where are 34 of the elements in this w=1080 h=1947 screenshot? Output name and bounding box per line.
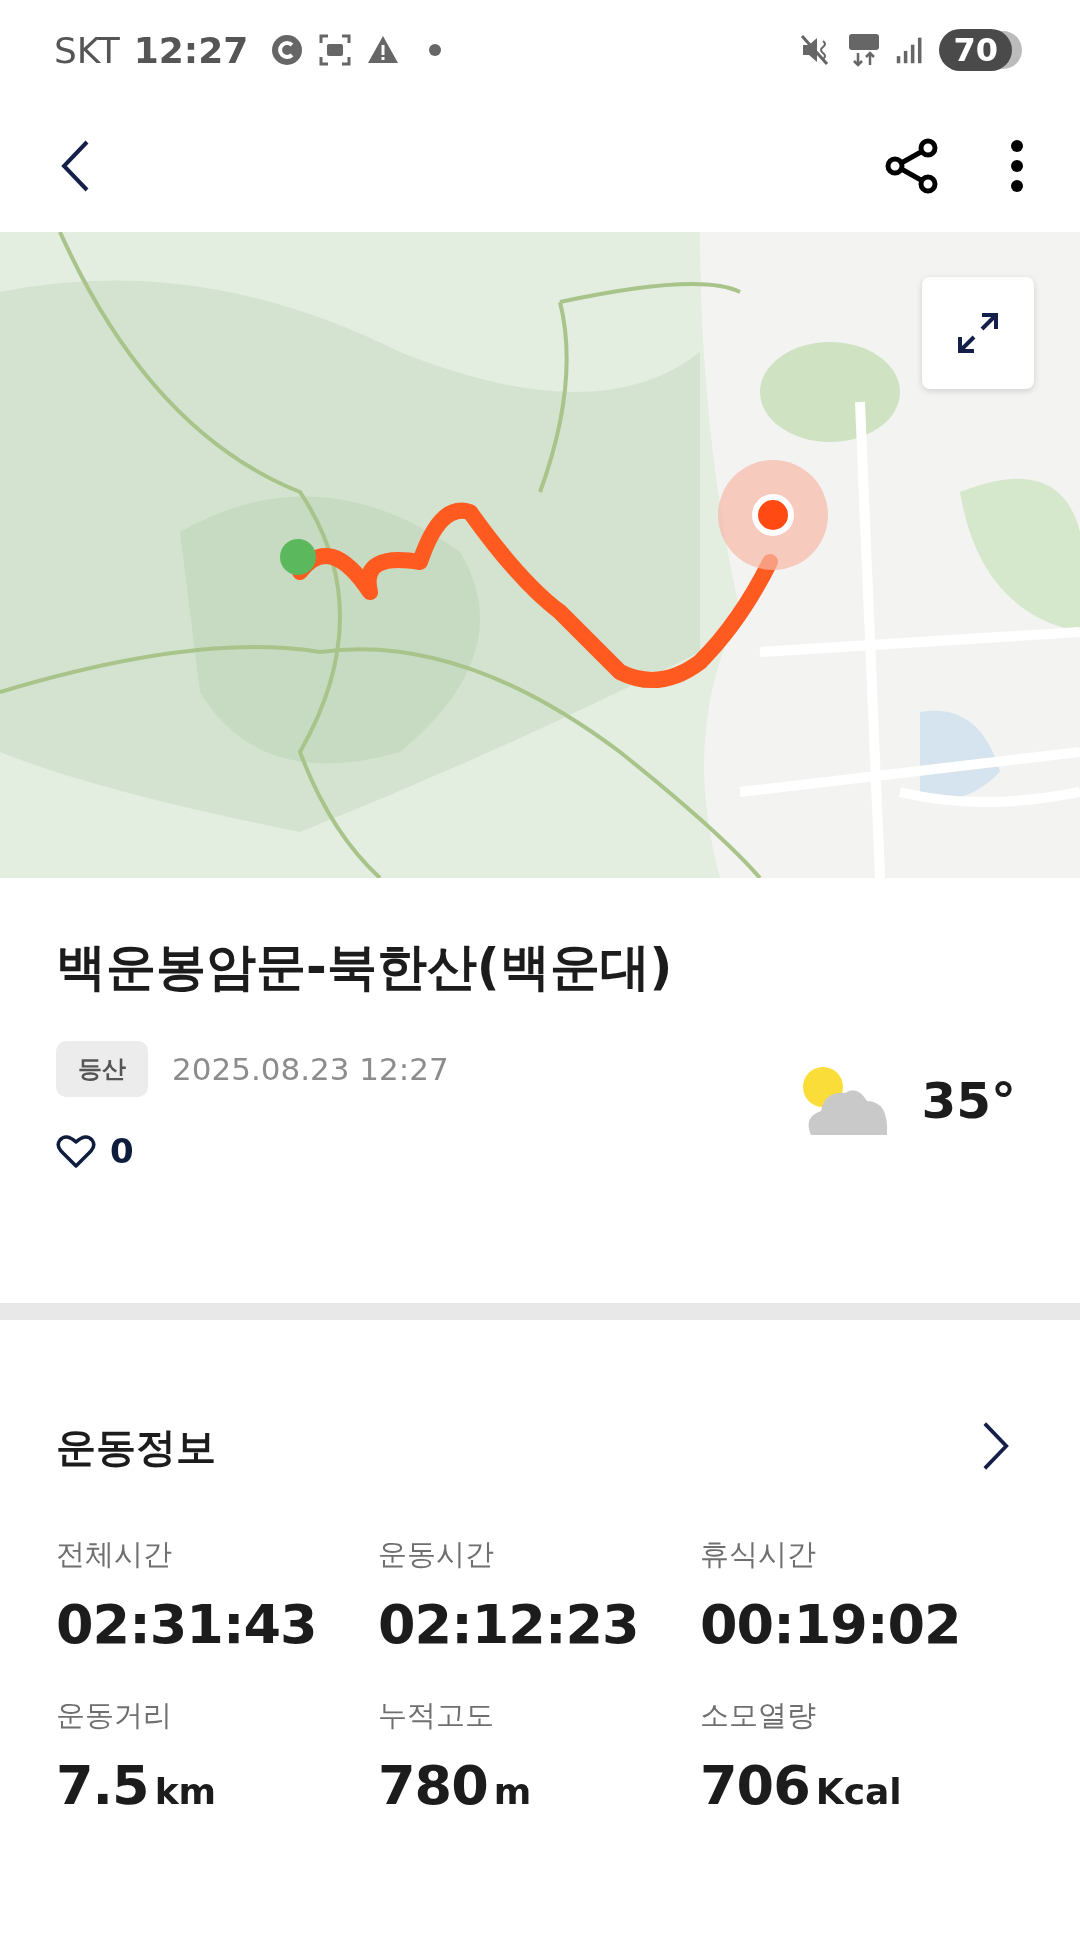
badge-icon xyxy=(270,33,305,67)
stat-label: 소모열량 xyxy=(700,1697,817,1734)
stat-unit: m xyxy=(493,1771,532,1812)
stat-value: 00:19:02 xyxy=(700,1593,961,1656)
heart-icon[interactable] xyxy=(56,1133,96,1169)
chevron-icon xyxy=(982,1420,1010,1472)
stat-value: 780 xyxy=(378,1754,488,1817)
dot-icon xyxy=(428,43,443,57)
stat-unit: km xyxy=(154,1771,217,1812)
status-time: 12:27 xyxy=(133,29,249,71)
back-icon[interactable] xyxy=(60,139,90,193)
stat-label: 운동시간 xyxy=(378,1536,495,1573)
expand-icon xyxy=(956,311,1000,355)
category-tag: 등산 xyxy=(56,1041,148,1097)
carrier-name: SKT xyxy=(54,29,120,71)
stat-label: 휴식시간 xyxy=(700,1536,817,1573)
section-title: 운동정보 xyxy=(56,1423,216,1472)
expand-button[interactable] xyxy=(922,277,1034,389)
stat-label: 운동거리 xyxy=(56,1697,173,1734)
stat-value: 02:31:43 xyxy=(56,1593,317,1656)
share-icon[interactable] xyxy=(884,138,940,194)
stat-label: 전체시간 xyxy=(56,1536,173,1573)
stat-value: 706 xyxy=(700,1754,810,1817)
screenshot-icon xyxy=(318,33,353,67)
activity-date: 2025.08.23 12:27 xyxy=(172,1051,449,1087)
activity-title: 백운봉암문-북한산(백운대) xyxy=(56,937,674,998)
stat-value: 02:12:23 xyxy=(378,1593,639,1656)
stat-unit: Kcal xyxy=(815,1771,902,1812)
stat-value: 7.5 xyxy=(56,1754,149,1817)
network-icon xyxy=(847,33,882,67)
temperature: 35° xyxy=(921,1072,1016,1130)
like-count: 0 xyxy=(110,1131,134,1171)
more-icon[interactable] xyxy=(1010,140,1024,192)
stat-label: 누적고도 xyxy=(378,1697,495,1734)
